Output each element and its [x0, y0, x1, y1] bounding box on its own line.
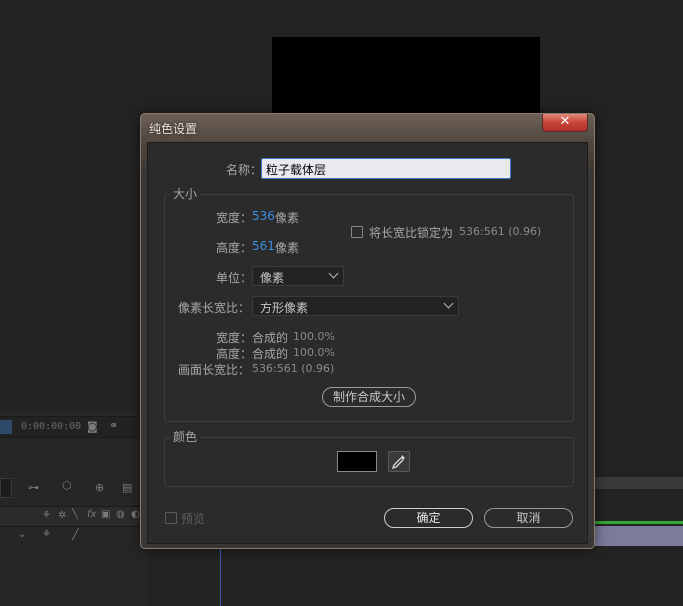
width-unit: 像素	[275, 211, 300, 225]
preview-checkbox[interactable]	[165, 512, 177, 524]
motion-blur-icon[interactable]: ⊕	[95, 481, 104, 494]
name-label: 名称：	[226, 163, 263, 177]
height-value[interactable]: 561	[252, 239, 275, 253]
camera-icon[interactable]: ◙	[87, 420, 98, 433]
units-label: 单位：	[216, 271, 253, 285]
quality-icon[interactable]: ╲	[72, 509, 78, 520]
pixel-aspect-value: 方形像素	[260, 301, 309, 315]
pixel-aspect-select[interactable]: 方形像素	[252, 296, 459, 316]
frame-aspect-value: 536:561 (0.96)	[252, 362, 335, 375]
link-icon[interactable]: ⚭	[109, 419, 118, 432]
timecode-display[interactable]: 0:00:00:00	[21, 421, 81, 432]
panel-tab-marker	[0, 420, 12, 434]
frame-aspect-label: 画面长宽比：	[178, 363, 251, 377]
info-height-label: 高度：	[216, 347, 253, 361]
shy-switch-icon[interactable]: ⚘	[42, 529, 51, 540]
solid-settings-dialog: 纯色设置 ✕ 名称： 粒子载体层 大小 宽度： 536 像素 高度： 561 像…	[140, 113, 595, 549]
close-button[interactable]: ✕	[542, 114, 588, 132]
layer-duration-bar[interactable]	[595, 526, 683, 546]
dialog-content: 名称： 粒子载体层 大小 宽度： 536 像素 高度： 561 像素 将长宽比锁…	[147, 142, 588, 544]
name-input[interactable]: 粒子载体层	[261, 158, 511, 179]
pixel-aspect-label: 像素长宽比：	[178, 301, 251, 315]
lock-aspect-label[interactable]: 将长宽比锁定为	[369, 224, 453, 241]
search-field-stub[interactable]	[0, 478, 12, 498]
width-value[interactable]: 536	[252, 209, 275, 223]
eyedropper-icon	[391, 455, 405, 470]
quality-switch-icon[interactable]: ╱	[72, 528, 79, 541]
info-width-label: 宽度：	[216, 331, 253, 345]
render-bar	[595, 521, 683, 524]
fx-icon[interactable]: fx	[87, 509, 96, 520]
lock-aspect-checkbox[interactable]	[351, 226, 363, 238]
info-width-pct: 100.0%	[293, 330, 335, 343]
work-area-bar[interactable]	[595, 477, 683, 489]
timeline-track-area	[595, 410, 683, 606]
dialog-title: 纯色设置	[149, 122, 198, 136]
info-height-pct: 100.0%	[293, 346, 335, 359]
units-select-value: 像素	[260, 271, 285, 285]
chevron-down-icon[interactable]: ⌄	[18, 529, 26, 540]
preview-label: 预览	[181, 512, 206, 526]
playhead-line[interactable]	[220, 548, 221, 606]
lock-aspect-ratio: 536:561 (0.96)	[459, 225, 542, 238]
graph-editor-icon[interactable]: ▤	[122, 481, 132, 494]
motion-blur-switch-icon[interactable]: ◍	[116, 509, 125, 520]
cancel-button[interactable]: 取消	[484, 508, 573, 528]
color-group-title: 颜色	[170, 428, 201, 445]
chevron-down-icon	[328, 268, 339, 279]
3d-cube-icon[interactable]: ⬡	[62, 479, 72, 492]
height-label: 高度：	[216, 241, 253, 255]
units-select[interactable]: 像素	[252, 266, 344, 286]
chevron-down-icon	[443, 298, 454, 309]
hierarchy-icon[interactable]: ⊶	[28, 481, 39, 494]
shy-icon[interactable]: ⚘	[42, 510, 51, 521]
layer-switches-header: ⚘ ✲ ╲ fx ▣ ◍ ◐	[0, 506, 146, 526]
composition-viewer	[272, 37, 540, 117]
width-label: 宽度：	[216, 211, 253, 225]
frame-blend-icon[interactable]: ▣	[101, 509, 110, 520]
info-width-value: 合成的	[252, 331, 289, 345]
info-height-value: 合成的	[252, 347, 289, 361]
collapse-icon[interactable]: ✲	[58, 510, 66, 521]
make-comp-size-button[interactable]: 制作合成大小	[322, 387, 416, 407]
eyedropper-button[interactable]	[388, 451, 410, 472]
ok-button[interactable]: 确定	[384, 508, 473, 528]
adjustment-icon[interactable]: ◐	[131, 509, 140, 520]
color-swatch[interactable]	[337, 451, 377, 472]
size-group-title: 大小	[170, 185, 201, 202]
layer-row[interactable]: ⌄ ⚘ ╱	[0, 526, 146, 544]
height-unit: 像素	[275, 241, 300, 255]
